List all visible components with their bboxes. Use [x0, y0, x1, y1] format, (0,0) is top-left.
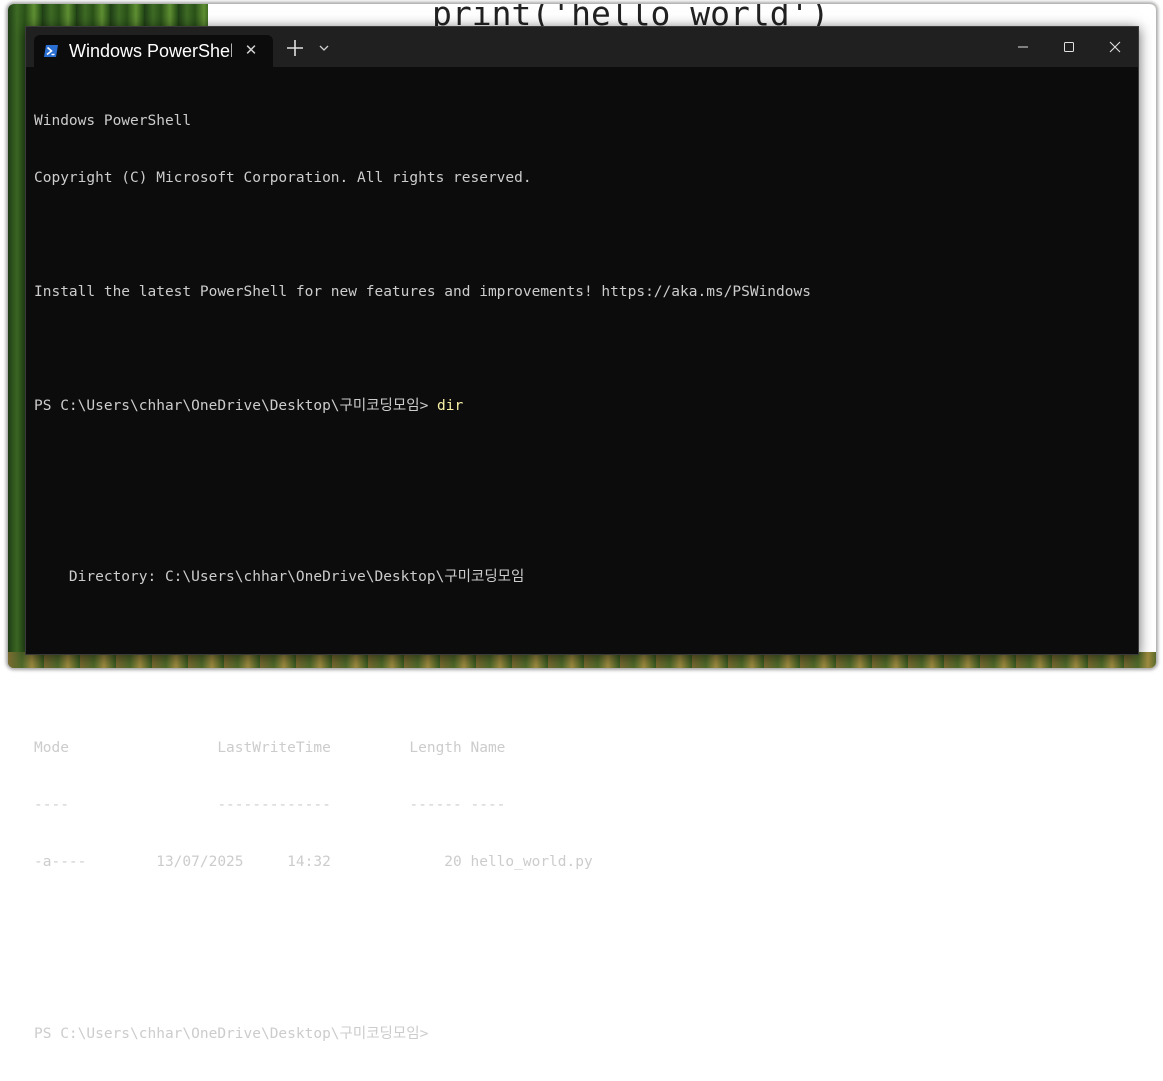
table-header: Mode LastWriteTime Length Name	[34, 740, 506, 756]
command-text: dir	[437, 398, 464, 414]
terminal-window[interactable]: Windows PowerShell ✕ Windows PowerShell …	[25, 26, 1139, 1042]
install-message: Install the latest PowerShell for new fe…	[34, 284, 811, 300]
tab-title: Windows PowerShell	[69, 40, 232, 61]
prompt-path: PS C:\Users\chhar\OneDrive\Desktop\구미코딩모…	[34, 1026, 438, 1042]
maximize-icon	[1064, 42, 1074, 52]
table-separator: ---- ------------- ------ ----	[34, 797, 506, 813]
close-icon	[1109, 41, 1121, 53]
prompt-path: PS C:\Users\chhar\OneDrive\Desktop\구미코딩모…	[34, 398, 438, 414]
prompt-line-2[interactable]: PS C:\Users\chhar\OneDrive\Desktop\구미코딩모…	[34, 1024, 1130, 1043]
chevron-down-icon	[319, 45, 329, 51]
close-tab-icon[interactable]: ✕	[243, 42, 259, 58]
table-row: -a---- 13/07/2025 14:32 20 hello_world.p…	[34, 854, 593, 870]
title-bar[interactable]: Windows PowerShell ✕	[26, 27, 1138, 67]
new-tab-button[interactable]	[284, 37, 306, 59]
directory-line: Directory: C:\Users\chhar\OneDrive\Deskt…	[34, 569, 525, 585]
minimize-icon	[1018, 46, 1028, 48]
tab-dropdown-button[interactable]	[316, 39, 332, 57]
text-cursor	[441, 1024, 443, 1042]
tab-powershell[interactable]: Windows PowerShell ✕	[34, 35, 273, 67]
banner-line-2: Copyright (C) Microsoft Corporation. All…	[34, 170, 532, 186]
console-output[interactable]: Windows PowerShell Copyright (C) Microso…	[34, 74, 1130, 1042]
powershell-icon	[43, 43, 59, 59]
close-window-button[interactable]	[1092, 27, 1138, 67]
minimize-button[interactable]	[1000, 27, 1046, 67]
prompt-line-1: PS C:\Users\chhar\OneDrive\Desktop\구미코딩모…	[34, 397, 1130, 416]
banner-line-1: Windows PowerShell	[34, 113, 192, 129]
maximize-button[interactable]	[1046, 27, 1092, 67]
plus-icon	[287, 40, 303, 56]
